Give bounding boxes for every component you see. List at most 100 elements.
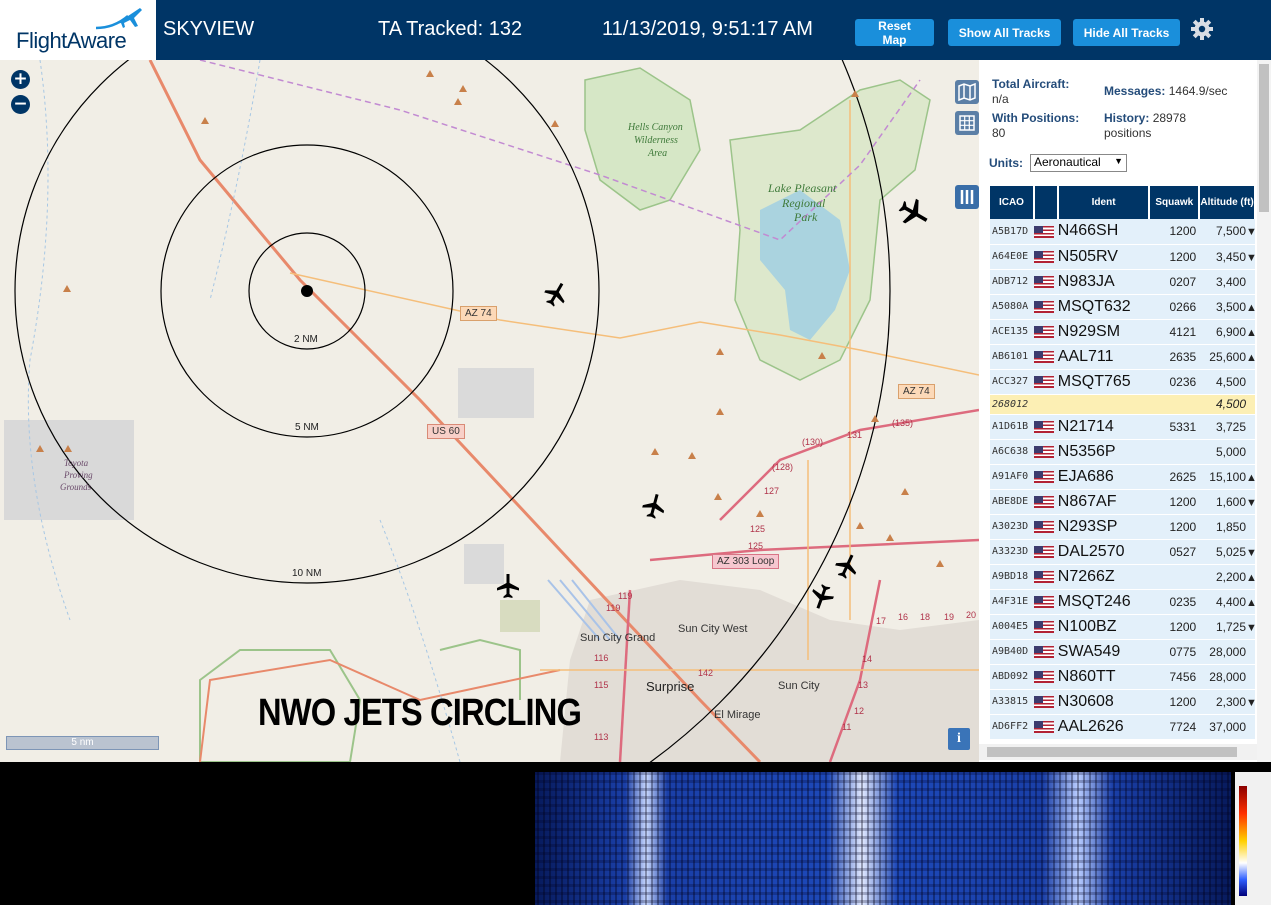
units-select[interactable]: Aeronautical ▼ [1030,154,1127,172]
table-row[interactable]: ADB712 N983JA 0207 3,400 [990,269,1255,295]
flag-cell [1033,639,1058,665]
table-row[interactable]: A33815 N30608 1200 2,300▼ [990,689,1257,715]
park-area [439,638,521,700]
ident-cell: AAL2626 [1057,714,1150,740]
urban-area [560,580,979,762]
table-row[interactable]: A3023D N293SP 1200 1,850 [990,514,1255,540]
flag-us-icon [1033,351,1054,364]
altitude-value: 3,500 [1215,299,1246,314]
zoom-out-icon[interactable]: − [11,95,30,114]
altitude-value: 6,900 [1215,324,1246,339]
table-row[interactable]: AB6101 AAL711 2635 25,600▲ [990,344,1257,370]
flag-cell [1033,614,1058,640]
table-row[interactable]: A5B17D N466SH 1200 7,500▼ [990,219,1257,245]
icao-cell: A1D61B [990,414,1034,440]
aircraft-panel: Total Aircraft: n/a Messages: 1464.9/sec… [979,60,1271,762]
flag-cell [1033,589,1058,615]
horizontal-scrollbar[interactable] [979,744,1257,760]
table-row[interactable]: A9BD18 N7266Z 2,200▲ [990,564,1257,590]
table-row[interactable]: A6C638 N5356P 5,000 [990,439,1255,465]
map-canvas[interactable] [0,60,979,762]
info-icon[interactable]: i [948,728,970,750]
scrollbar-thumb[interactable] [1259,64,1269,212]
show-all-tracks-button[interactable]: Show All Tracks [948,19,1061,46]
aircraft-icon[interactable] [542,280,570,308]
road-shield: AZ 303 Loop [712,554,780,569]
table-row[interactable]: A9B40D SWA549 0775 28,000 [990,639,1255,665]
table-row[interactable]: ABE8DE N867AF 1200 1,600▼ [990,489,1257,515]
table-row[interactable]: A4F31E MSQT246 0235 4,400▲ [990,589,1257,615]
icao-cell: A5080A [990,294,1034,320]
table-row[interactable]: A3323D DAL2570 0527 5,025▼ [990,539,1257,565]
flag-cell [1033,564,1058,590]
road-az303 [649,538,979,562]
altitude-cell: 7,500▼ [1199,219,1257,245]
col-header-altitude[interactable]: Altitude (ft) [1199,186,1256,219]
flag-us-icon [1033,226,1054,239]
flag-cell [1033,689,1058,715]
road-shield: US 60 [427,424,465,439]
flag-cell [1033,344,1058,370]
columns-icon[interactable] [955,185,979,209]
units-select-value: Aeronautical [1034,155,1101,169]
table-row[interactable]: AD6FF2 AAL2626 7724 37,000 [990,714,1255,740]
hide-all-tracks-button[interactable]: Hide All Tracks [1073,19,1180,46]
vertical-scrollbar[interactable] [1257,60,1271,762]
table-row[interactable]: A91AF0 EJA686 2625 15,100▲ [990,464,1257,490]
flag-cell [1033,439,1058,465]
ident-cell: AAL711 [1057,344,1150,370]
gear-icon[interactable] [1190,17,1214,41]
squawk-cell [1149,394,1200,415]
reset-map-button[interactable]: Reset Map [855,19,934,47]
altitude-trend-icon: ▼ [1246,621,1257,634]
aircraft-icon[interactable] [640,492,668,520]
altitude-cell: 4,500 [1199,369,1255,395]
route-number: 17 [876,616,887,626]
table-row[interactable]: A64E0E N505RV 1200 3,450▼ [990,244,1257,270]
col-header-ident[interactable]: Ident [1057,186,1151,219]
table-row[interactable]: 268012 4,500 [990,394,1255,415]
ident-cell: MSQT246 [1057,589,1150,615]
icao-cell: A9BD18 [990,564,1034,590]
table-row[interactable]: ABD092 N860TT 7456 28,000 [990,664,1255,690]
map-view[interactable]: 2 NM 5 NM 10 NM Hells Canyon Wilderness … [0,60,979,762]
flag-us-icon [1033,521,1054,534]
zoom-in-icon[interactable]: + [11,70,30,89]
ring-label-10nm: 10 NM [292,568,322,579]
table-row[interactable]: A004E5 N100BZ 1200 1,725▼ [990,614,1257,640]
aircraft-icon[interactable] [833,552,861,580]
map-layer-icon[interactable] [955,80,979,104]
altitude-trend-icon: ▼ [1246,496,1257,509]
squawk-cell: 1200 [1149,219,1200,245]
with-positions-label: With Positions: [992,111,1080,125]
logo[interactable]: FlightAware [0,0,156,60]
aircraft-icon[interactable] [897,196,931,230]
receiver-site [301,285,313,297]
scrollbar-thumb[interactable] [987,747,1237,757]
squawk-cell: 4121 [1149,319,1200,345]
route-number: (135) [892,418,914,428]
ident-cell: EJA686 [1057,464,1150,490]
altitude-value: 28,000 [1209,644,1246,659]
col-header-squawk[interactable]: Squawk [1149,186,1201,219]
grid-icon[interactable] [955,111,979,135]
aircraft-icon[interactable] [808,583,836,611]
flag-us-icon [1033,671,1054,684]
altitude-value: 4,400 [1215,594,1246,609]
icao-cell: AD6FF2 [990,714,1034,740]
squawk-cell: 1200 [1149,244,1200,270]
col-header-icao[interactable]: ICAO [990,186,1035,219]
route-number: 142 [698,668,714,678]
table-row[interactable]: ACE135 N929SM 4121 6,900▲ [990,319,1257,345]
table-row[interactable]: ACC327 MSQT765 0236 4,500 [990,369,1255,395]
altitude-cell: 3,725 [1199,414,1255,440]
table-row[interactable]: A5080A MSQT632 0266 3,500▲ [990,294,1257,320]
ident-cell: N983JA [1057,269,1150,295]
aircraft-icon[interactable] [494,572,522,600]
altitude-cell: 1,600▼ [1199,489,1257,515]
table-row[interactable]: A1D61B N21714 5331 3,725 [990,414,1255,440]
history-stat: History: 28978 [1104,111,1187,125]
tracked-count: TA Tracked: 132 [378,18,523,40]
ring-label-2nm: 2 NM [294,334,318,345]
place-label: El Mirage [714,709,761,721]
